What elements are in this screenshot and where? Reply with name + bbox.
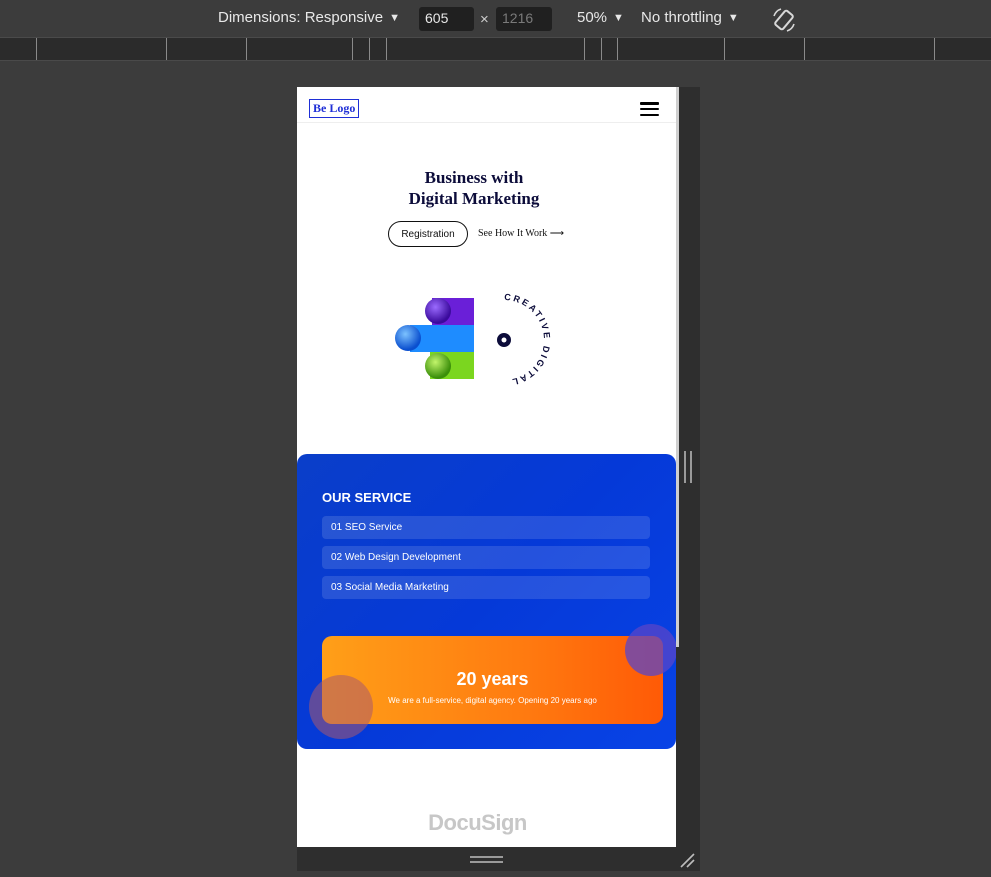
ruler-tick bbox=[584, 38, 585, 60]
scrollbar-thumb[interactable] bbox=[676, 87, 679, 647]
blue-sphere bbox=[395, 325, 421, 351]
ruler-tick bbox=[352, 38, 353, 60]
hamburger-line bbox=[640, 102, 659, 105]
years-description: We are a full-service, digital agency. O… bbox=[388, 696, 597, 705]
hamburger-line bbox=[640, 113, 659, 116]
chevron-down-icon: ▼ bbox=[389, 11, 400, 24]
media-query-ruler[interactable] bbox=[0, 37, 991, 61]
times-icon: × bbox=[480, 11, 489, 28]
devtools-toolbar: Dimensions: Responsive ▼ 605 × 1216 50% … bbox=[0, 0, 991, 37]
height-input[interactable]: 1216 bbox=[496, 7, 552, 31]
chevron-down-icon: ▼ bbox=[727, 11, 739, 24]
ruler-tick bbox=[246, 38, 247, 60]
hero-title: Business with Digital Marketing bbox=[297, 167, 651, 209]
service-item-web-design[interactable]: 02 Web Design Development bbox=[322, 546, 650, 569]
purple-sphere bbox=[425, 298, 451, 324]
years-card: 20 years We are a full-service, digital … bbox=[322, 636, 663, 724]
site-logo[interactable]: Be Logo bbox=[309, 99, 360, 118]
service-card: OUR SERVICE 01 SEO Service 02 Web Design… bbox=[297, 454, 676, 749]
dimensions-label: Dimensions: Responsive bbox=[218, 9, 384, 26]
green-sphere bbox=[425, 353, 451, 379]
ruler-tick bbox=[724, 38, 725, 60]
ruler-tick bbox=[386, 38, 387, 60]
ruler-tick bbox=[804, 38, 805, 60]
throttling-dropdown[interactable]: No throttling ▼ bbox=[641, 9, 739, 26]
ruler-tick bbox=[369, 38, 370, 60]
zoom-label: 50% bbox=[577, 9, 608, 26]
ruler-tick bbox=[601, 38, 602, 60]
decorative-bubble bbox=[625, 624, 676, 676]
zoom-dropdown[interactable]: 50% ▼ bbox=[577, 9, 624, 26]
chevron-down-icon: ▼ bbox=[613, 11, 624, 24]
resize-handle-right[interactable] bbox=[684, 451, 692, 483]
years-headline: 20 years bbox=[456, 669, 529, 689]
see-how-it-work-link[interactable]: See How It Work ⟶ bbox=[478, 228, 564, 239]
service-item-seo[interactable]: 01 SEO Service bbox=[322, 516, 650, 539]
hamburger-line bbox=[640, 107, 659, 111]
emulated-viewport: Be Logo Business with Digital Marketing … bbox=[297, 87, 676, 847]
service-item-social-media[interactable]: 03 Social Media Marketing bbox=[322, 576, 650, 599]
ruler-tick bbox=[166, 38, 167, 60]
docusign-partner-logo: DocuSign bbox=[428, 810, 527, 835]
hero-title-line2: Digital Marketing bbox=[408, 189, 540, 208]
creative-agency-illustration: CREATIVE DIGITAL AGENCY bbox=[392, 290, 550, 388]
rotate-icon[interactable] bbox=[771, 7, 797, 33]
resize-handle-bottom[interactable] bbox=[470, 856, 503, 863]
ruler-tick bbox=[36, 38, 37, 60]
hero-title-line1: Business with bbox=[424, 168, 524, 187]
service-title: OUR SERVICE bbox=[322, 490, 412, 505]
decorative-bubble bbox=[309, 675, 373, 739]
center-dot-hole bbox=[501, 337, 507, 343]
registration-button[interactable]: Registration bbox=[388, 221, 468, 247]
hamburger-menu-icon[interactable] bbox=[640, 102, 659, 116]
ruler-tick bbox=[934, 38, 935, 60]
dimensions-dropdown[interactable]: Dimensions: Responsive ▼ bbox=[218, 9, 400, 26]
resize-corner-icon[interactable] bbox=[679, 852, 695, 868]
site-header: Be Logo bbox=[297, 87, 676, 123]
throttling-label: No throttling bbox=[641, 9, 722, 26]
width-input[interactable]: 605 bbox=[419, 7, 474, 31]
ruler-tick bbox=[617, 38, 618, 60]
